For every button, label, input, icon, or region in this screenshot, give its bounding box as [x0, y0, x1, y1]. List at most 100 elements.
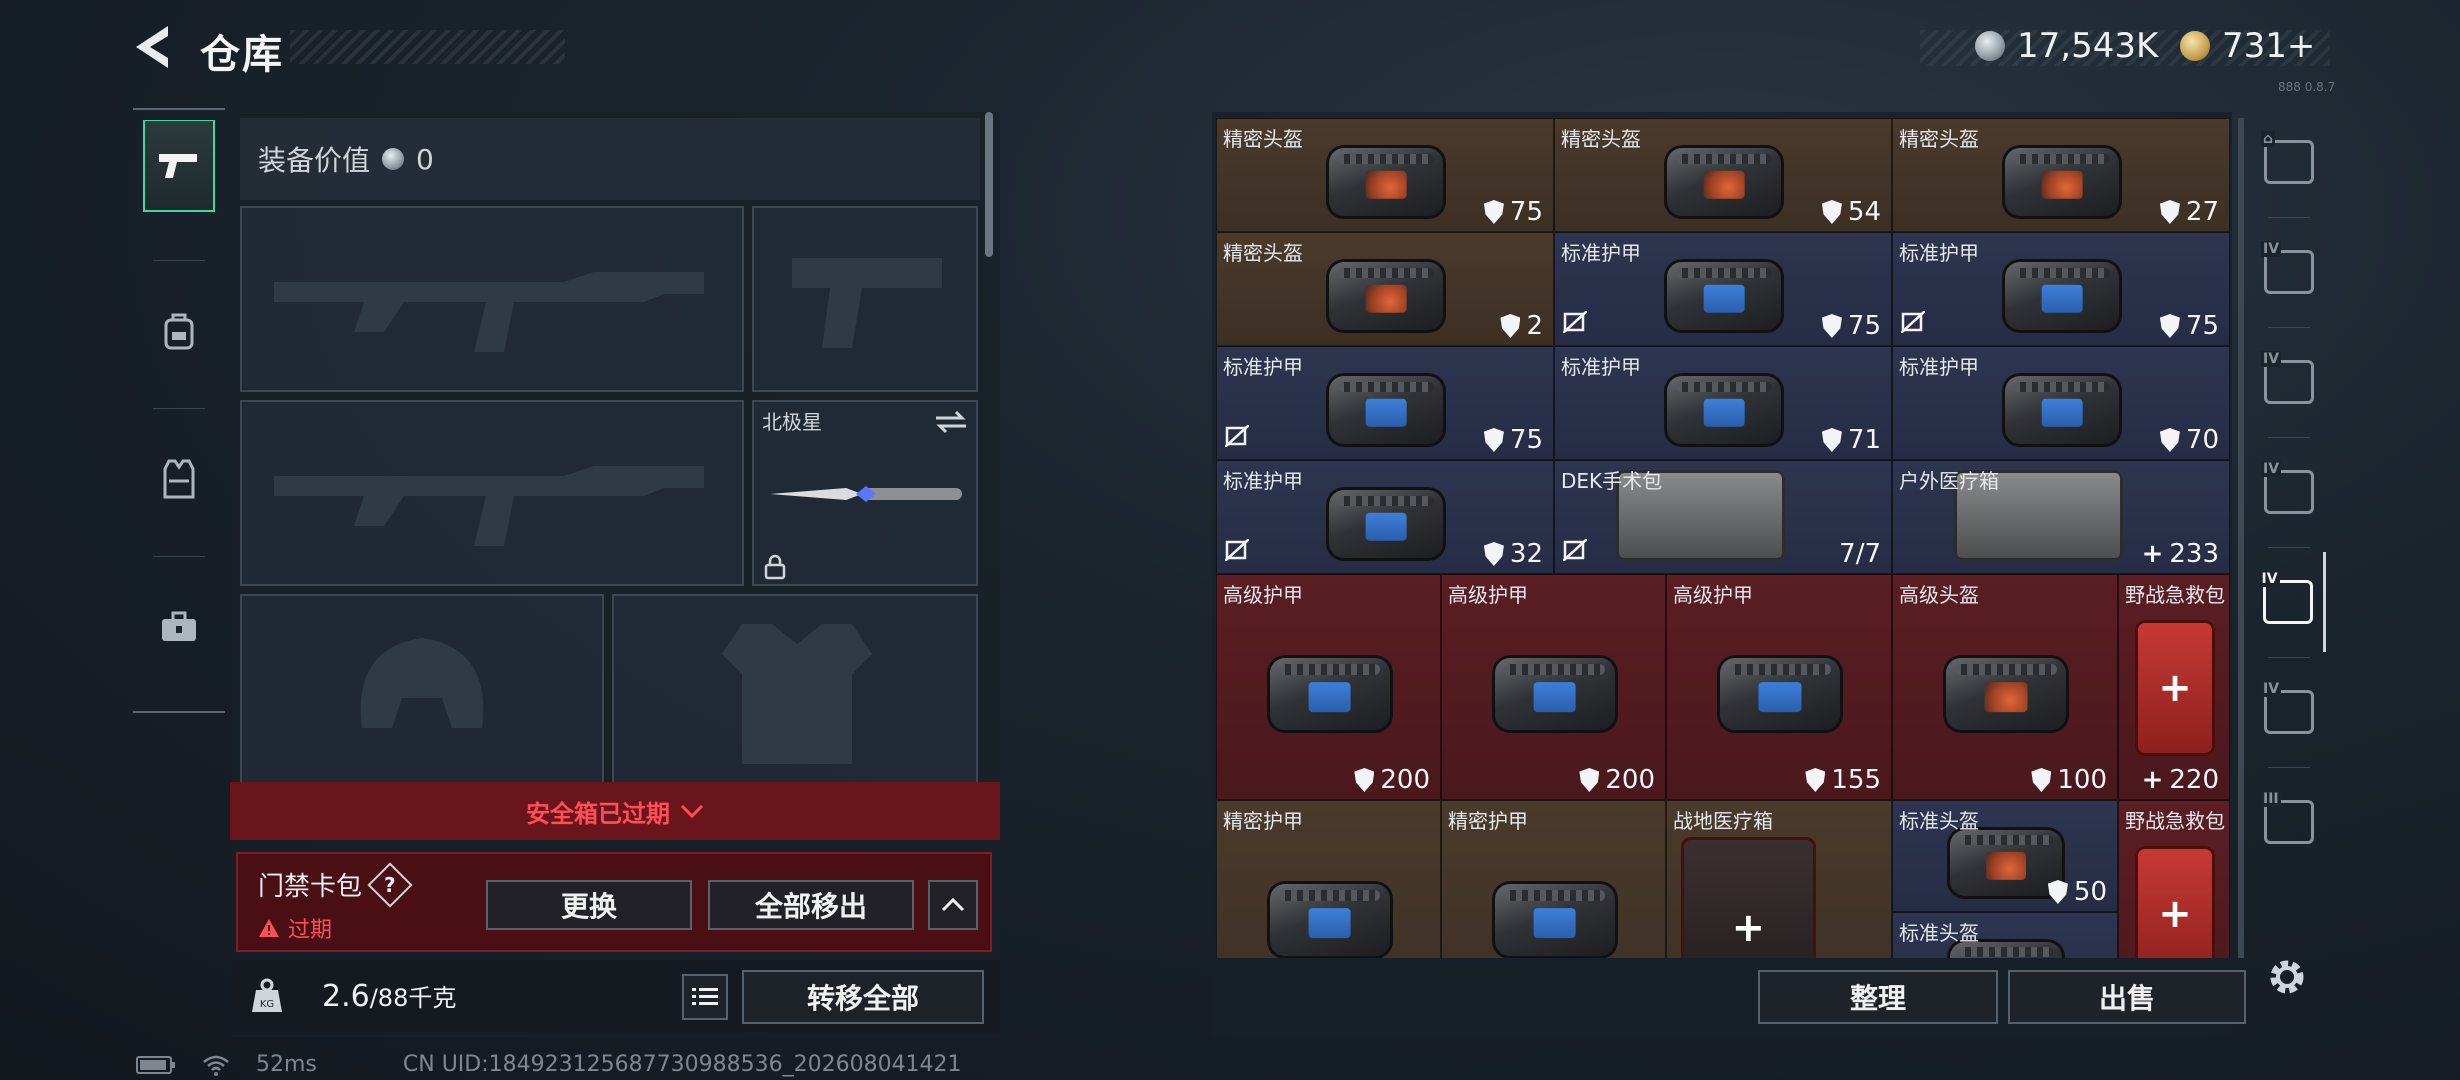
durability-shield-icon [1483, 428, 1504, 452]
sidearm-slot[interactable] [752, 206, 978, 392]
durability-shield-icon [2031, 768, 2052, 792]
primary-weapon-slot[interactable] [240, 206, 744, 392]
help-icon[interactable]: ? [367, 861, 413, 908]
item-name: 精密护甲 [1223, 809, 1303, 833]
item-name: 标准护甲 [1561, 355, 1641, 379]
nav-divider [2268, 327, 2310, 328]
gold-amount: 731+ [2222, 26, 2316, 66]
inventory-item-medkit[interactable]: 野战急救包 +220 [2118, 574, 2230, 800]
inventory-item-helmet[interactable]: 标准头盔 50 [1892, 800, 2118, 912]
inventory-item-armor[interactable]: 精密护甲 [1216, 800, 1441, 958]
inventory-item-armor[interactable]: 标准护甲 75 [1892, 232, 2230, 346]
inventory-item-helmet[interactable]: 标准头盔 [1892, 912, 2118, 958]
no-repair-icon [1224, 424, 1250, 451]
no-repair-icon [1900, 310, 1926, 337]
inventory-item-armor[interactable]: 标准护甲 70 [1892, 346, 2230, 460]
item-name: 标准护甲 [1223, 469, 1303, 493]
inventory-item-armor[interactable]: 标准护甲 71 [1554, 346, 1892, 460]
pistol-silhouette-icon [792, 258, 942, 348]
inventory-item-helmet[interactable]: 精密头盔 54 [1554, 118, 1892, 232]
heal-plus-icon: + [2141, 539, 2164, 569]
status-bar: 52ms CN UID:184923125687730988536_202608… [136, 1052, 962, 1077]
rifle-silhouette-icon-2 [274, 466, 704, 546]
item-name: 高级头盔 [1899, 583, 1979, 607]
inventory-category-nav: ⌂ IV IV IV IV IV III [2252, 112, 2326, 952]
nav-case-iv-2[interactable]: IV [2252, 662, 2326, 762]
nav-helmet[interactable]: ⌂ [2252, 112, 2326, 212]
inventory-item-armor[interactable]: 精密护甲 [1441, 800, 1666, 958]
silver-amount: 17,543K [2017, 26, 2159, 66]
inventory-item-armor[interactable]: 高级护甲 155 [1666, 574, 1892, 800]
list-view-button[interactable] [682, 974, 728, 1020]
loadout-category-nav [133, 108, 225, 713]
armor-case-icon [1326, 372, 1446, 448]
inventory-item-medcase[interactable]: 户外医疗箱 +233 [1892, 460, 2230, 574]
no-repair-icon [1562, 538, 1588, 565]
replace-button[interactable]: 更换 [486, 880, 692, 930]
armor-case-icon [2002, 258, 2122, 334]
sort-button[interactable]: 整理 [1758, 970, 1998, 1024]
body-armor-slot[interactable] [612, 594, 978, 784]
nav-case-iii[interactable]: III [2252, 772, 2326, 872]
inventory-item-helmet[interactable]: 精密头盔 27 [1892, 118, 2230, 232]
secondary-weapon-slot[interactable] [240, 400, 744, 586]
toolbox-icon [162, 611, 196, 641]
nav-vest[interactable] [143, 433, 215, 525]
nav-divider [2268, 547, 2310, 548]
collapse-button[interactable] [928, 880, 978, 930]
item-value: 71 [1821, 425, 1881, 455]
inventory-item-armor[interactable]: 高级护甲 200 [1441, 574, 1666, 800]
durability-shield-icon [1579, 768, 1600, 792]
item-name: 标准头盔 [1899, 921, 1979, 945]
inventory-item-helmet[interactable]: 高级头盔 100 [1892, 574, 2118, 800]
backpack-icon [164, 313, 194, 350]
nav-divider [2268, 437, 2310, 438]
inventory-scrollbar[interactable] [2238, 118, 2244, 958]
back-button[interactable] [130, 22, 176, 72]
inventory-item-armor[interactable]: 标准护甲 75 [1554, 232, 1892, 346]
nav-backpack[interactable] [143, 285, 215, 377]
warning-icon [259, 919, 279, 937]
silver-currency: 17,543K [1975, 26, 2158, 66]
nav-case-iv[interactable]: IV [2252, 332, 2326, 432]
helmet-slot[interactable] [240, 594, 604, 784]
item-value: 200 [1579, 765, 1655, 795]
inventory-item-armor[interactable]: 高级护甲 200 [1216, 574, 1441, 800]
transfer-all-button[interactable]: 转移全部 [742, 970, 984, 1024]
item-name: 标准护甲 [1561, 241, 1641, 265]
gold-currency[interactable]: 731+ [2180, 26, 2315, 66]
armor-case-icon [1491, 880, 1618, 958]
swap-icon[interactable] [934, 410, 968, 434]
weight-readout: 2.6/88千克 [322, 978, 456, 1014]
nav-toolbox[interactable] [143, 580, 215, 672]
inventory-item-armor[interactable]: 标准护甲 75 [1216, 346, 1554, 460]
settings-button[interactable] [2262, 952, 2312, 1002]
sell-button[interactable]: 出售 [2008, 970, 2246, 1024]
helmet-case-icon [2002, 144, 2122, 220]
lock-icon [764, 554, 786, 580]
inventory-item-fieldbox[interactable]: 战地医疗箱 [1666, 800, 1892, 958]
medkit-icon [2134, 846, 2216, 958]
durability-shield-icon [1483, 200, 1504, 224]
armor-silhouette-icon [722, 624, 872, 764]
nav-wrench-iv[interactable]: IV [2252, 442, 2326, 542]
page-title: 仓库 [200, 32, 284, 78]
melee-slot[interactable]: 北极星 [752, 400, 978, 586]
inventory-item-helmet[interactable]: 精密头盔 2 [1216, 232, 1554, 346]
knife-icon [770, 486, 962, 502]
nav-weapons[interactable] [143, 120, 215, 212]
inventory-item-surgery[interactable]: DEK手术包 7/7 [1554, 460, 1892, 574]
nav-medkit-iv[interactable]: IV [2252, 552, 2326, 652]
nav-folder-iv[interactable]: IV [2252, 222, 2326, 322]
inventory-item-helmet[interactable]: 精密头盔 75 [1216, 118, 1554, 232]
inventory-item-armor[interactable]: 标准护甲 32 [1216, 460, 1554, 574]
version-code: 888 0.8.7 [2278, 80, 2336, 94]
safe-box-expired-bar[interactable]: 安全箱已过期 [230, 782, 1000, 840]
inventory-item-medkit[interactable]: 野战急救包 [2118, 800, 2230, 958]
no-repair-icon [1562, 310, 1588, 337]
item-name: 精密头盔 [1899, 127, 1979, 151]
move-all-out-button[interactable]: 全部移出 [708, 880, 914, 930]
loadout-scrollbar[interactable] [985, 112, 993, 257]
item-value: 75 [2159, 311, 2219, 341]
weight-max: /88千克 [369, 984, 457, 1012]
